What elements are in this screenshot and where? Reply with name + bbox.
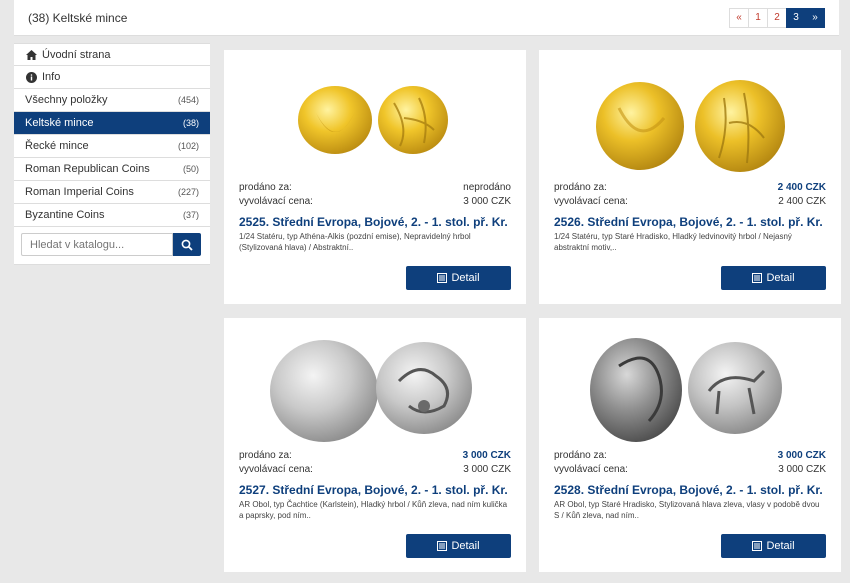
lot-card[interactable]: prodáno za: 3 000 CZK vyvolávací cena: 3…: [224, 318, 526, 572]
sidebar-item-celtic[interactable]: Keltské mince (38): [14, 112, 210, 135]
sidebar-item-label: Všechny položky: [25, 94, 108, 106]
coin-image: [596, 80, 785, 172]
lot-title[interactable]: 2526. Střední Evropa, Bojové, 2. - 1. st…: [554, 215, 833, 229]
sidebar-item-count: (50): [182, 164, 199, 174]
pagination-prev[interactable]: «: [729, 8, 749, 28]
home-icon: [25, 49, 37, 60]
search-icon: [181, 239, 193, 251]
sold-label: prodáno za:: [554, 450, 607, 461]
lot-card[interactable]: prodáno za: 3 000 CZK vyvolávací cena: 3…: [539, 318, 841, 572]
detail-button[interactable]: Detail: [721, 266, 826, 290]
lot-description: AR Obol, typ Staré Hradisko, Stylizovaná…: [554, 500, 820, 520]
sold-row: prodáno za: 2 400 CZK: [554, 182, 826, 193]
search-input[interactable]: [21, 233, 173, 256]
lot-title[interactable]: 2527. Střední Evropa, Bojové, 2. - 1. st…: [239, 483, 518, 497]
sidebar-item-byzantine[interactable]: Byzantine Coins (37): [14, 204, 210, 227]
sidebar-item-label: Byzantine Coins: [25, 209, 105, 221]
list-icon: [437, 541, 448, 551]
header-bar: (38) Keltské mince « 1 2 3 »: [14, 0, 839, 36]
sold-label: prodáno za:: [239, 182, 292, 193]
detail-button[interactable]: Detail: [406, 266, 511, 290]
sold-value: 3 000 CZK: [777, 450, 826, 461]
list-icon: [437, 273, 448, 283]
sold-value: 2 400 CZK: [777, 182, 826, 193]
sidebar-item-label: Info: [42, 71, 61, 83]
sidebar-item-label: Roman Imperial Coins: [25, 186, 134, 198]
lot-title[interactable]: 2528. Střední Evropa, Bojové, 2. - 1. st…: [554, 483, 833, 497]
page-title: (38) Keltské mince: [28, 11, 128, 25]
start-price-value: 2 400 CZK: [778, 196, 826, 207]
detail-button[interactable]: Detail: [721, 534, 826, 558]
sidebar-item-greek[interactable]: Řecké mince (102): [14, 135, 210, 158]
sidebar-item-home[interactable]: Úvodní strana: [14, 43, 210, 66]
pagination-page-3[interactable]: 3: [786, 8, 806, 28]
sidebar: Úvodní strana Info Všechny položky (454)…: [14, 43, 210, 265]
start-price-row: vyvolávací cena: 2 400 CZK: [554, 196, 826, 207]
sidebar-item-label: Roman Republican Coins: [25, 163, 150, 175]
pagination-page-2[interactable]: 2: [767, 8, 787, 28]
detail-label: Detail: [451, 540, 480, 552]
sold-value: neprodáno: [463, 182, 511, 193]
lot-title[interactable]: 2525. Střední Evropa, Bojové, 2. - 1. st…: [239, 215, 518, 229]
list-icon: [752, 541, 763, 551]
start-price-label: vyvolávací cena:: [239, 464, 313, 475]
sidebar-item-label: Řecké mince: [25, 140, 89, 152]
start-price-value: 3 000 CZK: [778, 464, 826, 475]
lot-card[interactable]: prodáno za: 2 400 CZK vyvolávací cena: 2…: [539, 50, 841, 304]
sidebar-item-count: (227): [177, 187, 199, 197]
sold-label: prodáno za:: [554, 182, 607, 193]
sidebar-item-count: (454): [177, 95, 199, 105]
detail-button[interactable]: Detail: [406, 534, 511, 558]
sidebar-item-label: Úvodní strana: [42, 48, 111, 61]
sidebar-item-all[interactable]: Všechny položky (454): [14, 89, 210, 112]
start-price-value: 3 000 CZK: [463, 464, 511, 475]
pagination: « 1 2 3 »: [729, 8, 825, 28]
lot-card[interactable]: prodáno za: neprodáno vyvolávací cena: 3…: [224, 50, 526, 304]
list-icon: [752, 273, 763, 283]
detail-label: Detail: [766, 540, 795, 552]
start-price-label: vyvolávací cena:: [554, 464, 628, 475]
sold-row: prodáno za: 3 000 CZK: [554, 450, 826, 461]
start-price-row: vyvolávací cena: 3 000 CZK: [239, 464, 511, 475]
sold-row: prodáno za: neprodáno: [239, 182, 511, 193]
sold-label: prodáno za:: [239, 450, 292, 461]
info-icon: [25, 71, 37, 83]
coin-image: [270, 340, 472, 442]
sidebar-item-roman-imperial[interactable]: Roman Imperial Coins (227): [14, 181, 210, 204]
detail-label: Detail: [766, 272, 795, 284]
pagination-page-1[interactable]: 1: [748, 8, 768, 28]
sidebar-item-count: (38): [182, 118, 199, 128]
start-price-row: vyvolávací cena: 3 000 CZK: [554, 464, 826, 475]
start-price-label: vyvolávací cena:: [239, 196, 313, 207]
start-price-row: vyvolávací cena: 3 000 CZK: [239, 196, 511, 207]
sidebar-item-roman-republican[interactable]: Roman Republican Coins (50): [14, 158, 210, 181]
lot-description: 1/24 Statéru, typ Athéna-Alkis (pozdní e…: [239, 232, 471, 252]
sidebar-item-info[interactable]: Info: [14, 66, 210, 89]
sidebar-item-label: Keltské mince: [25, 117, 94, 129]
sidebar-item-count: (37): [182, 210, 199, 220]
coin-image: [298, 86, 448, 154]
lot-description: AR Obol, typ Čachtice (Karlstein), Hladk…: [239, 500, 508, 520]
coin-image: [590, 338, 782, 442]
start-price-label: vyvolávací cena:: [554, 196, 628, 207]
sold-value: 3 000 CZK: [462, 450, 511, 461]
start-price-value: 3 000 CZK: [463, 196, 511, 207]
search-button[interactable]: [173, 233, 201, 256]
detail-label: Detail: [451, 272, 480, 284]
sold-row: prodáno za: 3 000 CZK: [239, 450, 511, 461]
pagination-next[interactable]: »: [805, 8, 825, 28]
lot-description: 1/24 Statéru, typ Staré Hradisko, Hladký…: [554, 232, 792, 252]
sidebar-item-count: (102): [177, 141, 199, 151]
catalog-search: [14, 227, 210, 265]
